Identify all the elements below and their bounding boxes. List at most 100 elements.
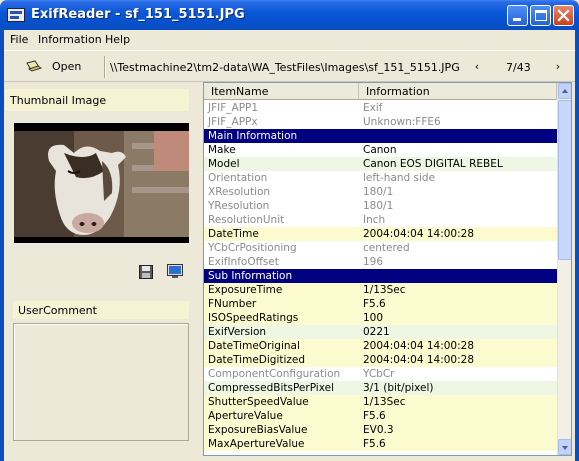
thumbnail-header: Thumbnail Image <box>5 89 189 111</box>
item-name-cell: ExposureBiasValue <box>208 424 308 436</box>
table-row[interactable]: ExposureTime 1/13Sec <box>204 283 557 297</box>
menu-help[interactable]: Help <box>105 33 130 46</box>
app-icon[interactable] <box>7 8 25 22</box>
list-header: ItemName Information <box>204 83 557 100</box>
open-folder-icon <box>26 60 42 72</box>
menu-information[interactable]: Information <box>38 33 102 46</box>
item-name-cell: YCbCrPositioning <box>208 242 297 254</box>
arrow-down-icon <box>562 446 568 450</box>
menu-file[interactable]: File <box>10 33 28 46</box>
toolbar: Open \\Testmachine2\tm2-data\WA_TestFile… <box>4 50 575 82</box>
close-button[interactable] <box>553 5 574 26</box>
table-row[interactable]: ISOSpeedRatings 100 <box>204 311 557 325</box>
minimize-button[interactable] <box>507 5 528 26</box>
item-name-cell: JFIF_APP1 <box>208 102 259 114</box>
table-row[interactable]: DateTime 2004:04:04 14:00:28 <box>204 227 557 241</box>
item-name-cell: DateTime <box>208 228 259 240</box>
information-cell: 1/13Sec <box>363 284 406 296</box>
table-row[interactable]: JFIF_APP1 Exif <box>204 101 557 115</box>
table-row[interactable]: DateTimeDigitized 2004:04:04 14:00:28 <box>204 353 557 367</box>
panel-splitter[interactable] <box>197 83 202 457</box>
information-cell: 2004:04:04 14:00:28 <box>363 228 475 240</box>
item-name-cell: Model <box>208 158 240 170</box>
item-name-cell: ResolutionUnit <box>208 214 285 226</box>
information-cell: 180/1 <box>363 186 394 198</box>
window-title: ExifReader - sf_151_5151.JPG <box>31 7 245 22</box>
image-counter: 7/43 <box>506 61 531 74</box>
vertical-scrollbar[interactable] <box>557 83 571 455</box>
table-row[interactable]: MaxApertureValue F5.6 <box>204 437 557 451</box>
item-name-cell: ExifVersion <box>208 326 267 338</box>
section-row[interactable]: Main Information <box>204 129 557 143</box>
information-cell: Canon <box>363 144 397 156</box>
information-cell: Exif <box>363 102 383 114</box>
table-row[interactable]: ExifInfoOffset 196 <box>204 255 557 269</box>
scroll-thumb[interactable] <box>558 100 571 260</box>
table-row[interactable]: FNumber F5.6 <box>204 297 557 311</box>
scroll-down-button[interactable] <box>558 439 571 455</box>
item-name-cell: ExposureTime <box>208 284 283 296</box>
item-name-cell: ISOSpeedRatings <box>208 312 299 324</box>
table-row[interactable]: ShutterSpeedValue 1/13Sec <box>204 395 557 409</box>
information-cell: 180/1 <box>363 200 394 212</box>
table-row[interactable]: ExifVersion 0221 <box>204 325 557 339</box>
table-row[interactable]: DateTimeOriginal 2004:04:04 14:00:28 <box>204 339 557 353</box>
section-row[interactable]: Sub Information <box>204 269 557 283</box>
table-row[interactable]: YCbCrPositioning centered <box>204 241 557 255</box>
table-row[interactable]: ApertureValue F5.6 <box>204 409 557 423</box>
table-row[interactable]: XResolution 180/1 <box>204 185 557 199</box>
item-name-cell: ShutterSpeedValue <box>208 396 309 408</box>
table-row[interactable]: YResolution 180/1 <box>204 199 557 213</box>
save-icon[interactable] <box>139 265 153 279</box>
table-row[interactable]: JFIF_APPx Unknown:FFE6 <box>204 115 557 129</box>
open-button[interactable]: Open <box>24 58 88 76</box>
user-comment-header: UserComment <box>13 301 189 319</box>
information-cell: F5.6 <box>363 410 386 422</box>
item-name-cell: DateTimeOriginal <box>208 340 300 352</box>
thumbnail-frame <box>14 123 189 243</box>
information-cell: F5.6 <box>363 438 386 450</box>
table-row[interactable]: Make Canon <box>204 143 557 157</box>
table-row[interactable]: ExposureBiasValue EV0.3 <box>204 423 557 437</box>
item-name-cell: YResolution <box>208 200 270 212</box>
table-row[interactable]: Orientation left-hand side <box>204 171 557 185</box>
item-name-cell: MaxApertureValue <box>208 438 305 450</box>
information-cell: Canon EOS DIGITAL REBEL <box>363 158 503 170</box>
column-header-information[interactable]: Information <box>359 83 557 100</box>
item-name-cell: Make <box>208 144 236 156</box>
arrow-up-icon <box>562 89 568 93</box>
previous-image-button[interactable]: ‹ <box>471 60 483 73</box>
table-row[interactable]: ComponentConfiguration YCbCr <box>204 367 557 381</box>
close-icon <box>557 9 570 22</box>
user-comment-field[interactable] <box>13 323 189 441</box>
item-name-cell: XResolution <box>208 186 271 198</box>
next-image-button[interactable]: › <box>552 60 564 73</box>
information-cell: 0221 <box>363 326 390 338</box>
exif-list[interactable]: ItemName Information JFIF_APP1 Exif JFIF_A… <box>203 82 572 456</box>
maximize-button[interactable] <box>530 5 551 26</box>
information-cell: 2004:04:04 14:00:28 <box>363 354 475 366</box>
information-cell: 3/1 (bit/pixel) <box>363 382 434 394</box>
window-frame-right <box>575 30 579 461</box>
item-name-cell: ComponentConfiguration <box>208 368 341 380</box>
item-name-cell: Sub Information <box>208 270 293 282</box>
scroll-up-button[interactable] <box>558 83 571 99</box>
list-rows: JFIF_APP1 Exif JFIF_APPx Unknown:FFE6 Main I… <box>204 101 557 451</box>
item-name-cell: Main Information <box>208 130 298 142</box>
table-row[interactable]: Model Canon EOS DIGITAL REBEL <box>204 157 557 171</box>
item-name-cell: DateTimeDigitized <box>208 354 306 366</box>
table-row[interactable]: ResolutionUnit Inch <box>204 213 557 227</box>
information-cell: EV0.3 <box>363 424 394 436</box>
minimize-icon <box>513 18 521 21</box>
information-cell: YCbCr <box>363 368 395 380</box>
monitor-icon[interactable] <box>167 264 183 279</box>
information-cell: Unknown:FFE6 <box>363 116 441 128</box>
information-cell: 196 <box>363 256 384 268</box>
item-name-cell: ExifInfoOffset <box>208 256 279 268</box>
table-row[interactable]: CompressedBitsPerPixel 3/1 (bit/pixel) <box>204 381 557 395</box>
toolbar-separator <box>104 56 106 78</box>
menu-bar: File Information Help <box>4 30 575 49</box>
title-bar[interactable]: ExifReader - sf_151_5151.JPG <box>0 0 579 30</box>
information-cell: 100 <box>363 312 384 324</box>
column-header-itemname[interactable]: ItemName <box>204 83 359 100</box>
